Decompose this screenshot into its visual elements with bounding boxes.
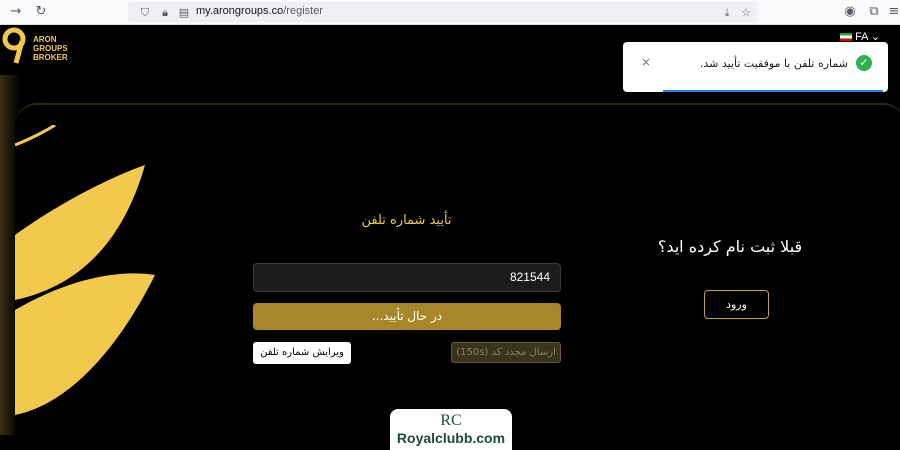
url-host: my.arongroups.co: [196, 5, 284, 17]
forward-icon[interactable]: →: [8, 4, 24, 20]
page-info-icon[interactable]: ▤: [177, 6, 191, 20]
success-toast: × شماره تلفن با موفقیت تأیید شد. ✓: [623, 42, 888, 92]
watermark-site: Royalclubb.com: [396, 430, 506, 446]
logo-mark-icon: [2, 27, 26, 64]
confirm-button[interactable]: در حال تأیید...: [253, 303, 561, 330]
already-registered-text: قبلا ثبت نام کرده اید؟: [657, 237, 803, 256]
download-icon[interactable]: ⤓: [720, 6, 734, 20]
extensions-icon[interactable]: ⧉: [866, 4, 882, 20]
iran-flag-icon: [840, 33, 852, 42]
logo-line: GROUPS: [33, 44, 68, 53]
resend-code-button[interactable]: ارسال مجدد کد (150s): [451, 342, 561, 363]
login-button[interactable]: ورود: [704, 290, 769, 319]
reload-icon[interactable]: ↻: [33, 4, 49, 20]
royalclubb-watermark: RC Royalclubb.com: [390, 409, 512, 450]
verification-code-input[interactable]: 821544: [253, 263, 561, 292]
account-icon[interactable]: ◉: [842, 4, 858, 20]
leaf-decoration: [15, 125, 155, 415]
toast-progress-bar: [663, 90, 883, 92]
menu-icon[interactable]: ≡: [886, 4, 900, 20]
browser-toolbar: → ↻ ⛉ 🔒︎ ▤ ⤓ ☆ my.arongroups.co/register…: [0, 0, 900, 25]
logo-line: ARON: [33, 35, 57, 44]
check-icon: ✓: [856, 55, 872, 71]
edit-phone-button[interactable]: ویرایش شماره تلفن: [253, 342, 351, 364]
register-page: ARON GROUPS BROKER FA ⌄ تأیید شماره تلفن…: [0, 25, 900, 450]
url-path: /register: [283, 5, 323, 17]
shield-icon[interactable]: ⛉: [138, 6, 152, 20]
verify-phone-title: تأیید شماره تلفن: [361, 213, 452, 228]
watermark-logo: RC: [440, 412, 462, 429]
logo-line: BROKER: [33, 53, 68, 62]
close-icon[interactable]: ×: [641, 55, 651, 69]
star-icon[interactable]: ☆: [739, 6, 753, 20]
lock-icon[interactable]: 🔒︎: [158, 6, 172, 20]
url-text[interactable]: my.arongroups.co/register: [196, 5, 323, 17]
toast-message: شماره تلفن با موفقیت تأیید شد.: [699, 57, 848, 70]
aron-groups-logo[interactable]: ARON GROUPS BROKER: [0, 27, 80, 67]
